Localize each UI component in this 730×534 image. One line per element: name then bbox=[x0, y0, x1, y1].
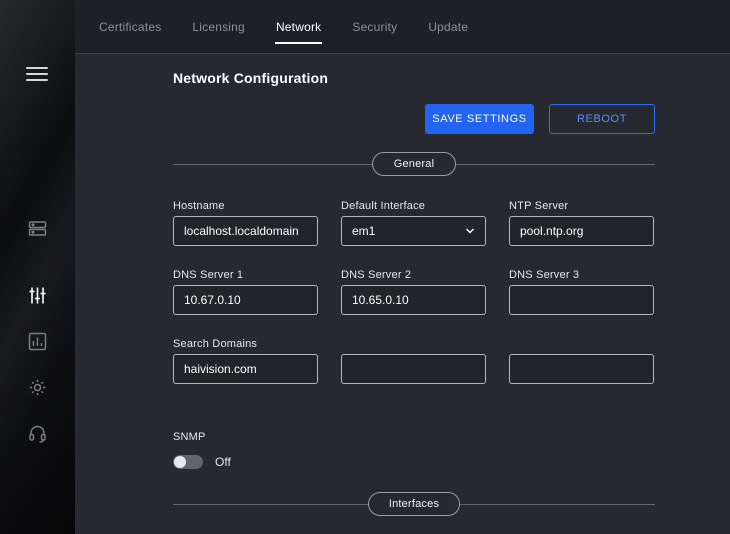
snmp-toggle-knob bbox=[174, 456, 186, 468]
support-headset-icon[interactable] bbox=[27, 423, 48, 444]
ntp-server-input[interactable] bbox=[509, 216, 654, 246]
admin-screen: Certificates Licensing Network Security … bbox=[0, 0, 730, 534]
dns-server-2-input[interactable] bbox=[341, 285, 486, 315]
tab-certificates[interactable]: Certificates bbox=[98, 0, 162, 53]
tab-network[interactable]: Network bbox=[275, 0, 322, 53]
default-interface-select[interactable]: em1 bbox=[341, 216, 486, 246]
tab-licensing[interactable]: Licensing bbox=[191, 0, 246, 53]
search-domains-extra-input-1[interactable] bbox=[341, 354, 486, 384]
chevron-down-icon bbox=[465, 226, 475, 236]
dns-server-2-label: DNS Server 2 bbox=[341, 269, 411, 281]
sliders-icon[interactable] bbox=[27, 285, 48, 306]
menu-icon[interactable] bbox=[26, 67, 48, 81]
tab-update[interactable]: Update bbox=[427, 0, 469, 53]
snmp-toggle-state: Off bbox=[215, 455, 231, 469]
search-domains-input[interactable] bbox=[173, 354, 318, 384]
dns-server-1-input[interactable] bbox=[173, 285, 318, 315]
page-title: Network Configuration bbox=[173, 70, 328, 86]
snmp-toggle[interactable]: Off bbox=[173, 455, 231, 469]
settings-gear-icon[interactable] bbox=[27, 377, 48, 398]
search-domains-label: Search Domains bbox=[173, 338, 257, 350]
interfaces-section-pill[interactable]: Interfaces bbox=[368, 492, 460, 516]
default-interface-label: Default Interface bbox=[341, 200, 425, 212]
sidebar bbox=[0, 0, 75, 534]
top-tab-bar: Certificates Licensing Network Security … bbox=[75, 0, 730, 54]
hostname-input[interactable] bbox=[173, 216, 318, 246]
tab-security[interactable]: Security bbox=[351, 0, 398, 53]
servers-icon[interactable] bbox=[27, 218, 48, 239]
reports-chart-icon[interactable] bbox=[27, 331, 48, 352]
dns-server-3-label: DNS Server 3 bbox=[509, 269, 579, 281]
ntp-server-label: NTP Server bbox=[509, 200, 568, 212]
default-interface-value: em1 bbox=[352, 224, 375, 238]
reboot-button[interactable]: REBOOT bbox=[549, 104, 655, 134]
snmp-label: SNMP bbox=[173, 431, 206, 443]
dns-server-3-input[interactable] bbox=[509, 285, 654, 315]
dns-server-1-label: DNS Server 1 bbox=[173, 269, 243, 281]
hostname-label: Hostname bbox=[173, 200, 225, 212]
search-domains-extra-input-2[interactable] bbox=[509, 354, 654, 384]
snmp-toggle-track bbox=[173, 455, 203, 469]
save-settings-button[interactable]: SAVE SETTINGS bbox=[425, 104, 534, 134]
general-section-pill[interactable]: General bbox=[372, 152, 456, 176]
